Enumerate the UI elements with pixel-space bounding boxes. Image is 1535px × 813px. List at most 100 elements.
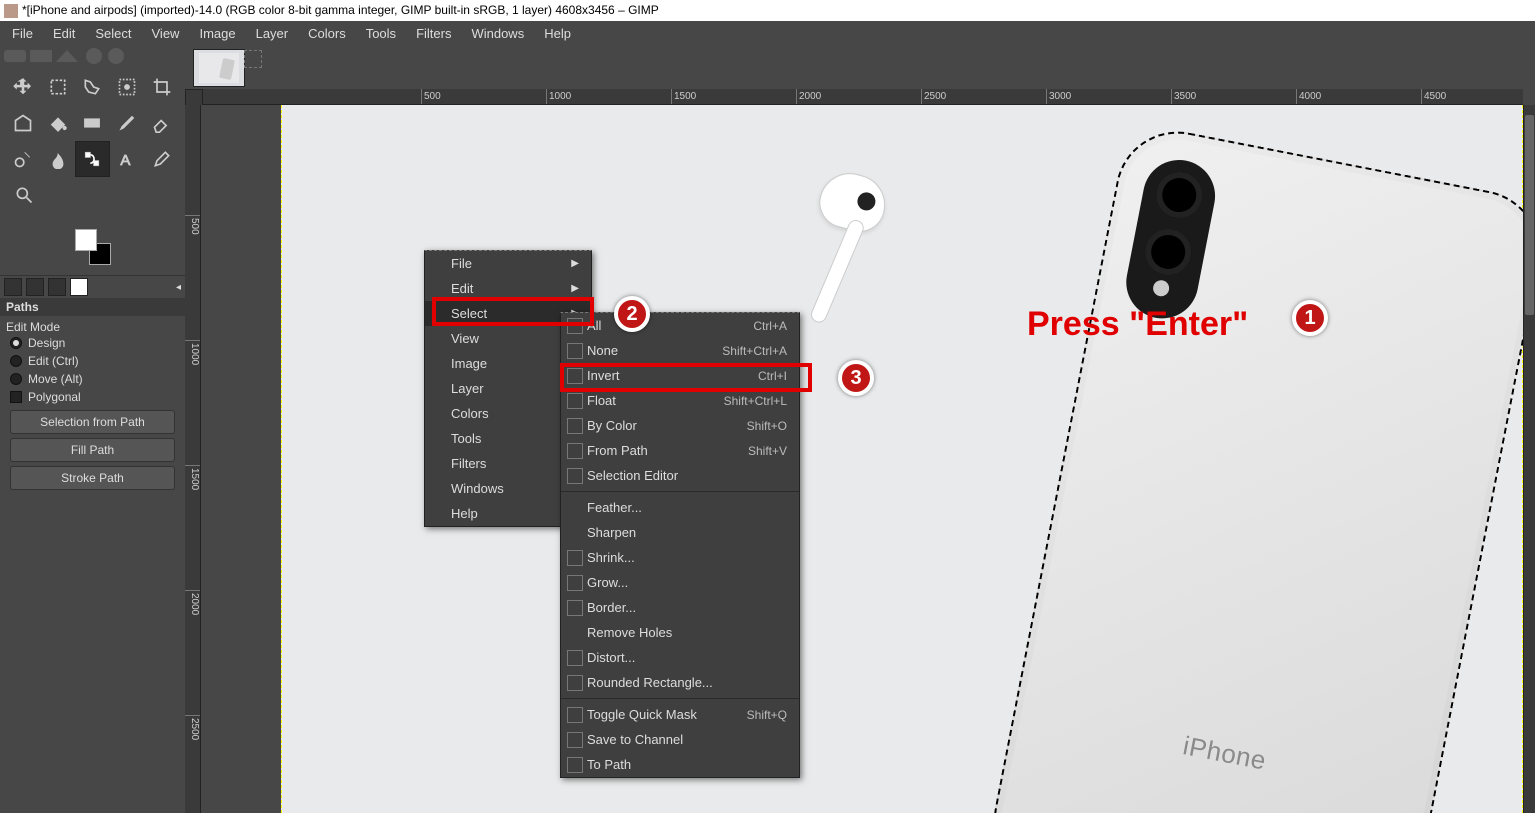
menu-edit[interactable]: Edit (43, 21, 85, 47)
menu-filters[interactable]: Filters (406, 21, 461, 47)
ruler-tick: 500 (421, 89, 441, 104)
menu-item-label: Selection Editor (587, 468, 678, 483)
tool-free-select[interactable] (75, 69, 110, 105)
cm-edit[interactable]: Edit▶ (425, 276, 591, 301)
check-polygonal[interactable]: Polygonal (6, 388, 179, 406)
radio-move-label: Move (Alt) (28, 372, 83, 386)
radio-design[interactable]: Design (6, 334, 179, 352)
toolbox-header-shapes (0, 47, 185, 65)
sm-all[interactable]: All Ctrl+A (561, 313, 799, 338)
menu-item-label: Invert (587, 368, 620, 383)
tool-options-tab[interactable] (4, 278, 22, 296)
radio-design-label: Design (28, 336, 65, 350)
tool-transform[interactable] (6, 105, 41, 141)
fg-bg-color[interactable] (75, 229, 111, 265)
sm-grow-[interactable]: Grow... (561, 570, 799, 595)
btn-selection-from-path[interactable]: Selection from Path (10, 410, 175, 434)
menu-item-label: All (587, 318, 601, 333)
menu-image[interactable]: Image (189, 21, 245, 47)
sm-invert[interactable]: Invert Ctrl+I (561, 363, 799, 388)
sm-none[interactable]: NoneShift+Ctrl+A (561, 338, 799, 363)
menu-item-label: Save to Channel (587, 732, 683, 747)
menu-item-label: Toggle Quick Mask (587, 707, 697, 722)
tool-text[interactable]: A (110, 141, 145, 177)
btn-stroke-path[interactable]: Stroke Path (10, 466, 175, 490)
tool-options-title: Paths (0, 298, 185, 316)
svg-text:A: A (120, 152, 130, 169)
images-tab[interactable] (70, 278, 88, 296)
radio-edit-label: Edit (Ctrl) (28, 354, 79, 368)
sm-remove-holes[interactable]: Remove Holes (561, 620, 799, 645)
tool-brush[interactable] (110, 105, 145, 141)
sm-to-path[interactable]: To Path (561, 752, 799, 777)
tool-paths[interactable] (75, 141, 110, 177)
menu-item-label: Distort... (587, 650, 635, 665)
vertical-scrollbar[interactable] (1523, 105, 1535, 813)
image-tab[interactable] (193, 49, 245, 87)
chevron-right-icon: ▶ (571, 283, 579, 294)
undo-history-tab[interactable] (48, 278, 66, 296)
menu-colors[interactable]: Colors (298, 21, 356, 47)
ruler-horizontal[interactable]: 50010001500200025003000350040004500 (201, 89, 1523, 105)
radio-edit[interactable]: Edit (Ctrl) (6, 352, 179, 370)
menu-item-label: Border... (587, 600, 636, 615)
fg-color-swatch[interactable] (75, 229, 97, 251)
context-menu-select: All Ctrl+A NoneShift+Ctrl+A Invert Ctrl+I Flo… (560, 312, 800, 778)
sm-sharpen[interactable]: Sharpen (561, 520, 799, 545)
menu-shortcut: Ctrl+I (758, 369, 787, 383)
menu-item-label: Remove Holes (587, 625, 672, 640)
menu-view[interactable]: View (142, 21, 190, 47)
menu-help[interactable]: Help (534, 21, 581, 47)
tool-smudge[interactable] (41, 141, 76, 177)
tool-crop[interactable] (144, 69, 179, 105)
menu-layer[interactable]: Layer (246, 21, 299, 47)
menu-item-label: From Path (587, 443, 648, 458)
tool-zoom[interactable] (6, 177, 42, 213)
tool-move[interactable] (6, 69, 41, 105)
annotation-badge-2: 2 (614, 296, 650, 332)
ruler-tick: 4500 (1421, 89, 1446, 104)
ruler-tick: 4000 (1296, 89, 1321, 104)
dock-menu-icon[interactable]: ◂ (176, 282, 181, 293)
sm-border-[interactable]: Border... (561, 595, 799, 620)
cm-file[interactable]: File▶ (425, 251, 591, 276)
menu-windows[interactable]: Windows (461, 21, 534, 47)
iphone-graphic: iPhone (983, 121, 1523, 813)
radio-move[interactable]: Move (Alt) (6, 370, 179, 388)
ruler-vertical[interactable]: 5001000150020002500 (185, 105, 201, 813)
tool-rect-select[interactable] (41, 69, 76, 105)
sm-feather-[interactable]: Feather... (561, 495, 799, 520)
menu-item-label: None (587, 343, 618, 358)
tool-picker[interactable] (144, 141, 179, 177)
sm-shrink-[interactable]: Shrink... (561, 545, 799, 570)
menu-item-label: By Color (587, 418, 637, 433)
btn-fill-path[interactable]: Fill Path (10, 438, 175, 462)
menu-file[interactable]: File (2, 21, 43, 47)
tool-fuzzy-select[interactable] (110, 69, 145, 105)
tool-bucket[interactable] (41, 105, 76, 141)
menu-item-label: Shrink... (587, 550, 635, 565)
canvas-viewport[interactable]: iPhone Press "Enter" 1 (201, 105, 1523, 813)
sm-distort-[interactable]: Distort... (561, 645, 799, 670)
sm-from-path[interactable]: From Path Shift+V (561, 438, 799, 463)
menu-select[interactable]: Select (85, 21, 141, 47)
tool-clone[interactable] (6, 141, 41, 177)
sm-rounded-rectangle-[interactable]: Rounded Rectangle... (561, 670, 799, 695)
ruler-tick: 1500 (671, 89, 696, 104)
left-dock: A ◂ Paths Edit Mode Design Edi (0, 47, 185, 813)
edit-mode-label: Edit Mode (6, 320, 179, 334)
menu-separator (561, 698, 799, 699)
sm-save-to-channel[interactable]: Save to Channel (561, 727, 799, 752)
tool-eraser[interactable] (144, 105, 179, 141)
menu-shortcut: Shift+V (748, 444, 787, 458)
sm-by-color[interactable]: By ColorShift+O (561, 413, 799, 438)
sm-toggle-quick-mask[interactable]: Toggle Quick MaskShift+Q (561, 702, 799, 727)
sm-float[interactable]: FloatShift+Ctrl+L (561, 388, 799, 413)
ruler-tick: 500 (185, 215, 200, 235)
device-status-tab[interactable] (26, 278, 44, 296)
menu-tools[interactable]: Tools (356, 21, 406, 47)
ruler-tick: 1000 (185, 340, 200, 365)
tool-gradient[interactable] (75, 105, 110, 141)
menu-shortcut: Ctrl+A (753, 319, 787, 333)
sm-selection-editor[interactable]: Selection Editor (561, 463, 799, 488)
